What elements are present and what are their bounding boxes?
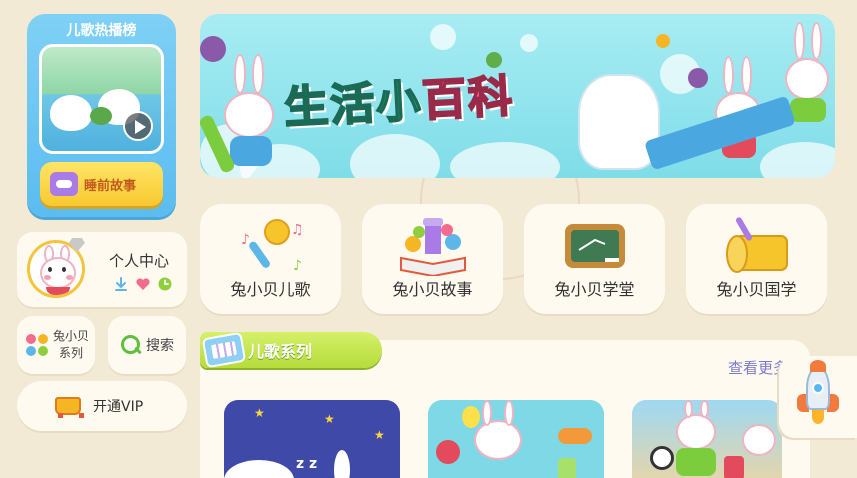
bedtime-story-button[interactable]: 睡前故事	[40, 162, 163, 206]
search-button[interactable]: 搜索	[108, 316, 186, 374]
profile-center-label: 个人中心	[109, 252, 170, 270]
song-thumbnail[interactable]	[428, 400, 604, 478]
grid-icon	[26, 334, 48, 356]
profile-center-button[interactable]: 个人中心	[17, 232, 187, 307]
category-classics[interactable]: 兔小贝国学	[686, 204, 827, 314]
microphone-icon: ♪ ♫ ♪	[241, 219, 304, 274]
play-icon[interactable]	[123, 111, 153, 141]
hot-list-title: 儿歌热播榜	[66, 23, 137, 39]
category-classics-label: 兔小贝国学	[716, 280, 797, 299]
frog-illustration	[90, 107, 112, 125]
song-thumbnail[interactable]	[632, 400, 782, 478]
banner-title: 生活小百科	[282, 70, 516, 135]
history-icon[interactable]	[157, 276, 173, 292]
open-vip-button[interactable]: 开通VIP	[17, 381, 187, 431]
bunny-illustration	[785, 58, 829, 100]
search-icon	[120, 334, 142, 356]
scroll-icon	[726, 217, 788, 273]
category-songs[interactable]: ♪ ♫ ♪ 兔小贝儿歌	[200, 204, 341, 314]
category-stories[interactable]: 兔小贝故事	[362, 204, 503, 314]
swan-illustration	[50, 95, 92, 131]
hot-list-thumbnail[interactable]	[39, 44, 164, 154]
heart-icon[interactable]	[135, 276, 151, 292]
radio-icon	[50, 172, 78, 196]
svg-text:♪: ♪	[293, 258, 302, 274]
category-songs-label: 兔小贝儿歌	[230, 280, 311, 299]
category-stories-label: 兔小贝故事	[392, 280, 473, 299]
category-school-label: 兔小贝学堂	[554, 280, 635, 299]
bunny-illustration	[224, 92, 274, 138]
piano-icon	[201, 331, 247, 369]
life-encyclopedia-banner[interactable]: 生活小百科	[200, 14, 835, 178]
hot-list-card[interactable]: 儿歌热播榜 睡前故事	[27, 14, 176, 217]
svg-text:♪: ♪	[241, 232, 250, 248]
storybook-icon	[400, 218, 466, 276]
category-school[interactable]: 兔小贝学堂	[524, 204, 665, 314]
rabbit-series-button[interactable]: 兔小贝 系列	[17, 316, 95, 374]
vip-cart-icon	[53, 393, 84, 419]
song-series-header: 儿歌系列	[200, 331, 382, 369]
download-icon[interactable]	[113, 276, 129, 292]
back-to-top-button[interactable]	[779, 356, 857, 438]
song-series-title: 儿歌系列	[248, 342, 313, 361]
svg-text:♫: ♫	[291, 222, 304, 238]
open-vip-label: 开通VIP	[93, 399, 144, 415]
song-thumbnail[interactable]: ★ ★ ★ z z	[224, 400, 400, 478]
bedtime-story-label: 睡前故事	[84, 178, 137, 194]
germ-illustration	[200, 36, 226, 62]
chalkboard-icon	[565, 224, 625, 268]
rabbit-series-label: 兔小贝 系列	[52, 329, 89, 360]
search-label: 搜索	[146, 338, 174, 354]
